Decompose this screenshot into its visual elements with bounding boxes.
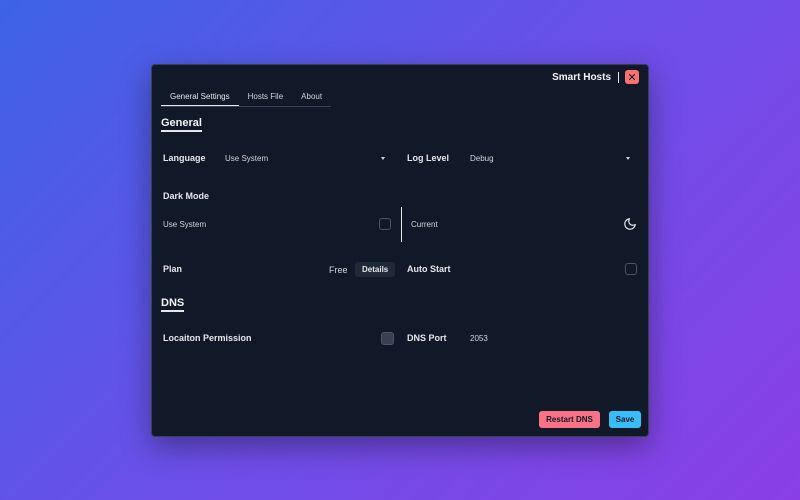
dark-mode-label: Dark Mode (163, 191, 210, 201)
dark-mode-use-system-label: Use System (163, 220, 207, 229)
save-button[interactable]: Save (609, 411, 641, 428)
close-icon (629, 74, 635, 80)
dns-port-label: DNS Port (407, 333, 447, 343)
tab-hosts-file[interactable]: Hosts File (239, 91, 293, 106)
moon-icon[interactable] (623, 217, 637, 231)
dark-mode-use-system-checkbox[interactable] (379, 218, 391, 230)
auto-start-checkbox[interactable] (625, 263, 637, 275)
log-level-label: Log Level (407, 153, 450, 163)
auto-start-label: Auto Start (407, 264, 451, 274)
plan-label: Plan (163, 264, 183, 274)
location-permission-label: Locaiton Permission (163, 333, 252, 343)
log-level-select[interactable]: Debug (470, 151, 630, 165)
dark-mode-current-label: Current (411, 220, 438, 229)
settings-window: Smart Hosts General Settings Hosts File … (151, 64, 649, 437)
dns-section-title: DNS (161, 297, 185, 312)
plan-details-button[interactable]: Details (355, 262, 396, 277)
language-label: Language (163, 153, 206, 163)
tab-general-settings[interactable]: General Settings (161, 91, 239, 106)
tab-about[interactable]: About (292, 91, 331, 106)
tab-bar: General Settings Hosts File About (161, 91, 332, 107)
location-permission-checkbox[interactable] (381, 332, 394, 345)
close-button[interactable] (625, 70, 639, 84)
title-bar: Smart Hosts (152, 65, 648, 91)
language-select[interactable]: Use System (225, 151, 385, 165)
chevron-down-icon (626, 156, 630, 160)
app-title: Smart Hosts (552, 72, 611, 83)
restart-dns-button[interactable]: Restart DNS (539, 411, 600, 428)
chevron-down-icon (381, 156, 385, 160)
title-separator (618, 72, 619, 83)
general-section-title: General (161, 117, 202, 132)
plan-value: Free (329, 265, 348, 275)
dark-mode-divider (401, 207, 402, 242)
log-level-value: Debug (470, 153, 494, 163)
dns-port-value[interactable]: 2053 (470, 334, 488, 343)
language-value: Use System (225, 153, 269, 163)
